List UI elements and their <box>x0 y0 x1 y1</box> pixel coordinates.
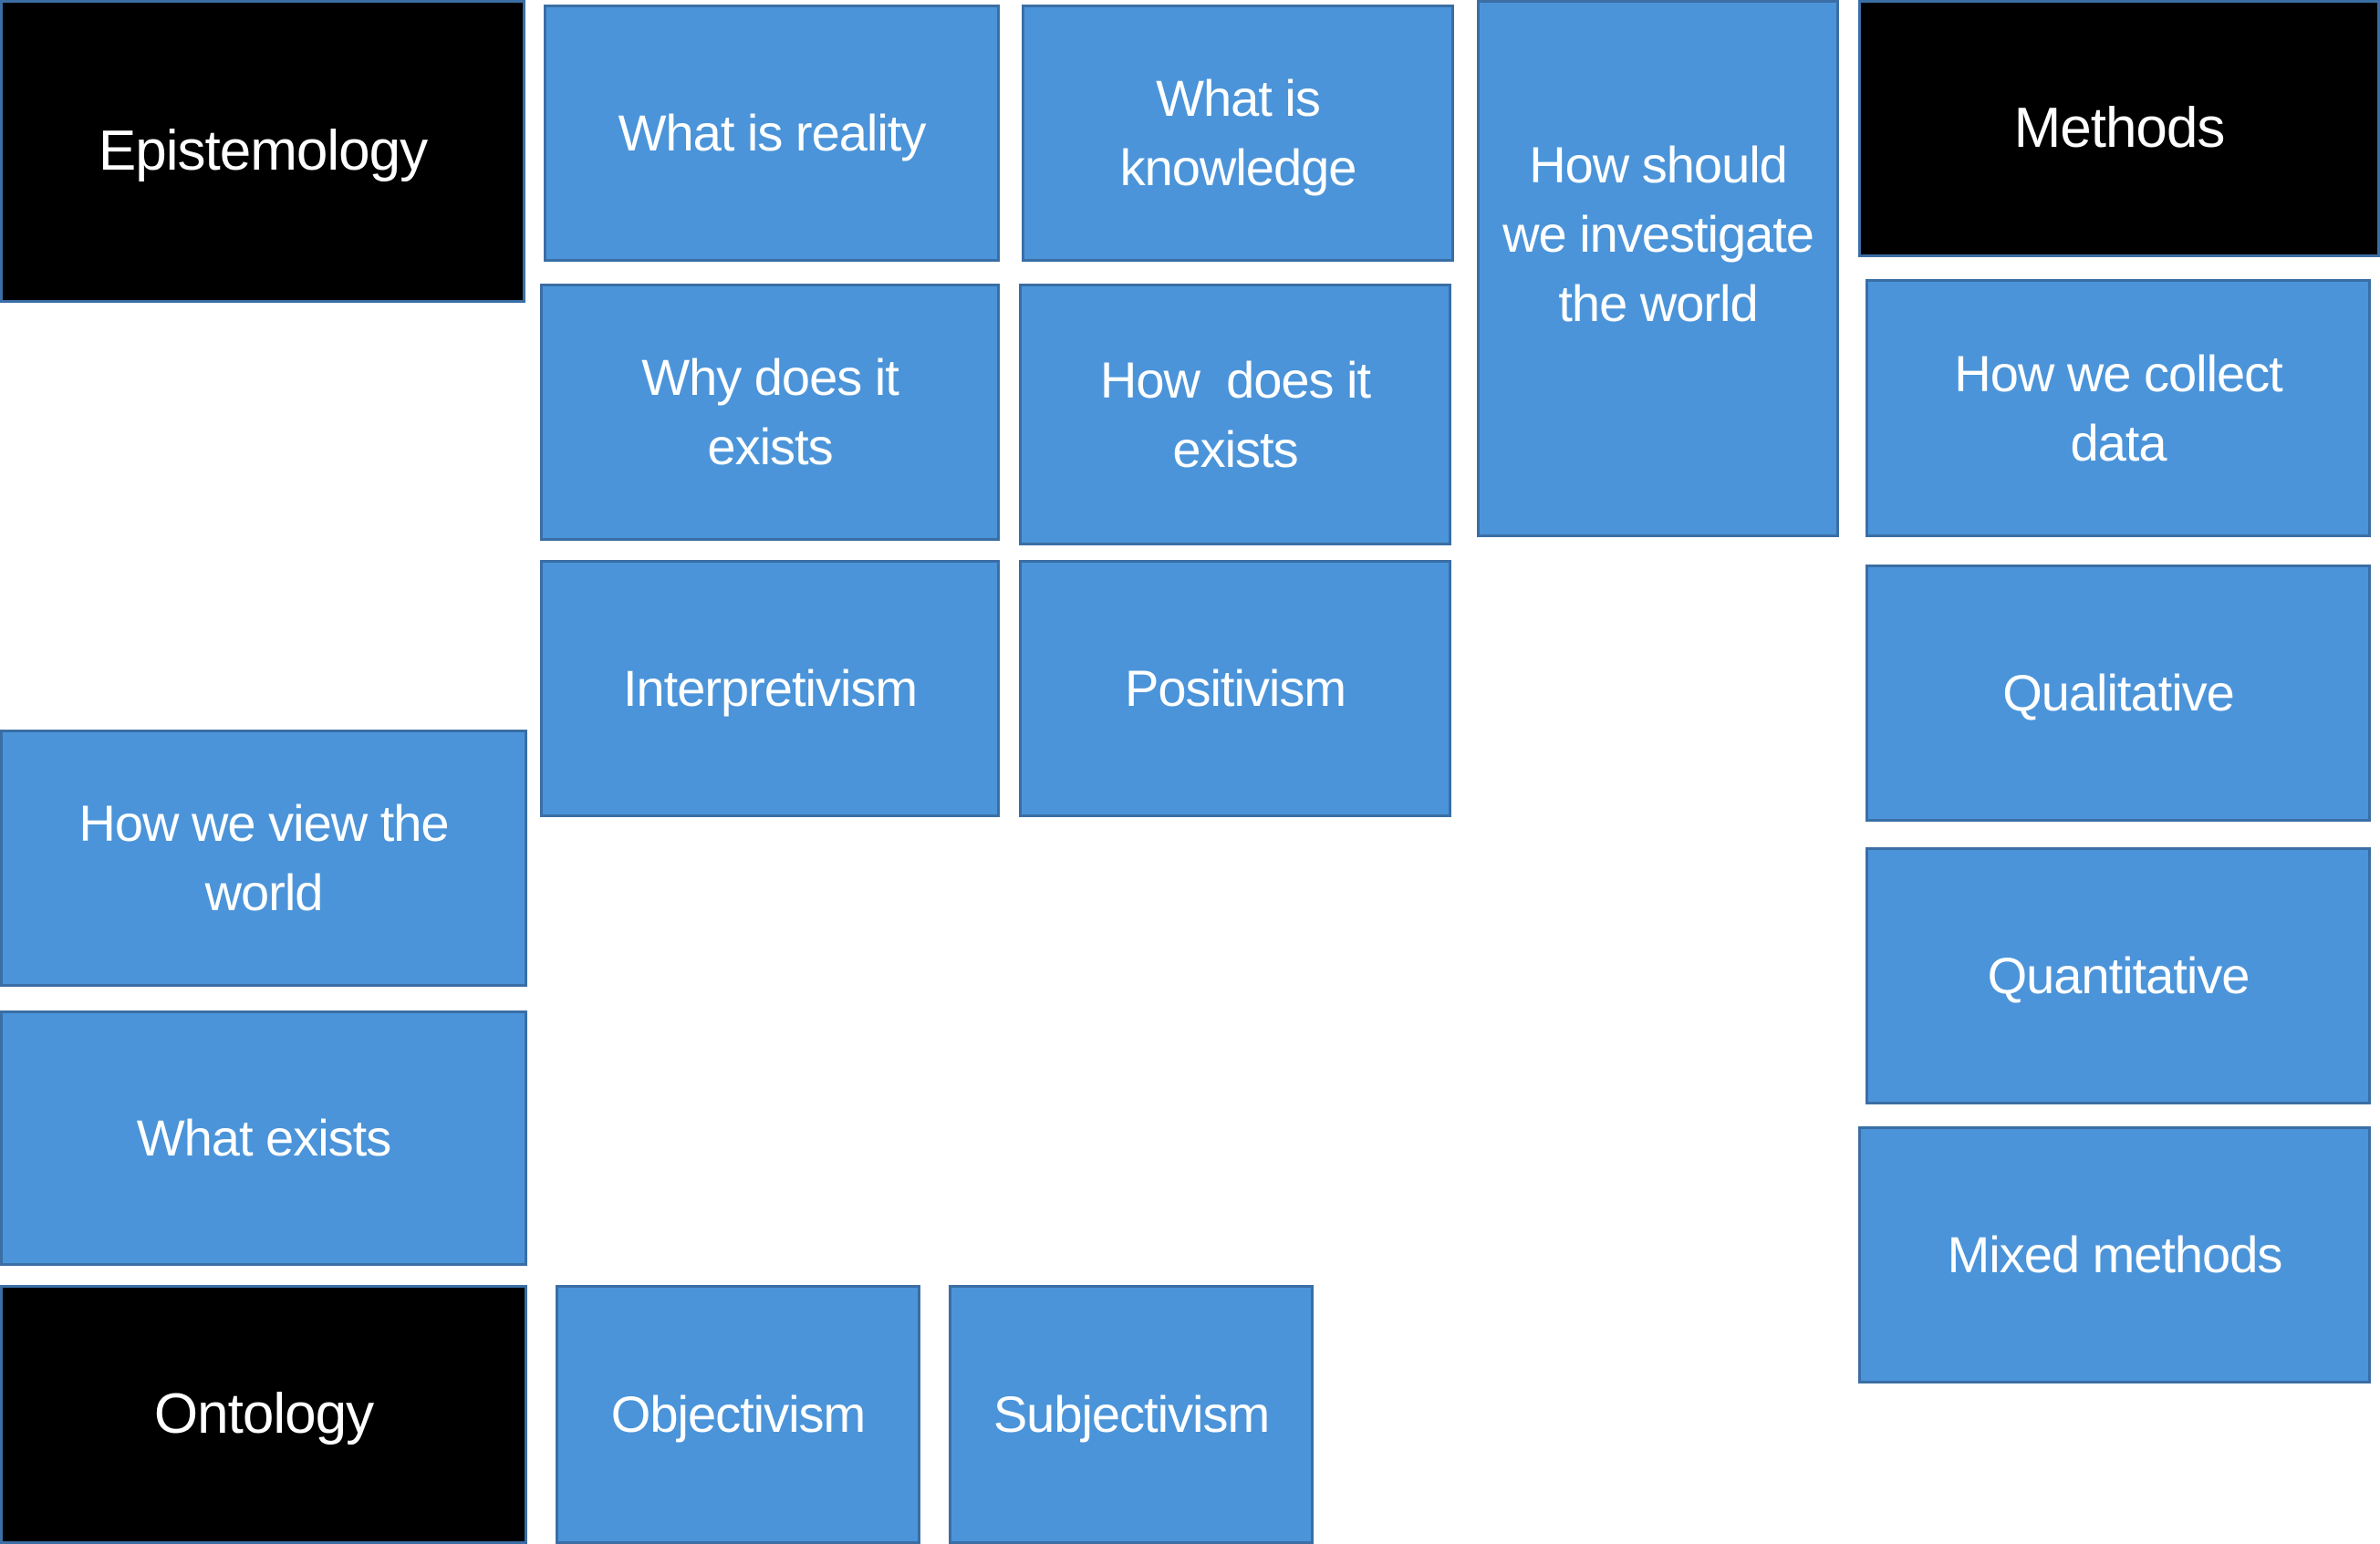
why-does-it-exists-box: Why does it exists <box>540 284 1000 541</box>
interpretivism-label: Interpretivism <box>622 659 918 717</box>
ontology-heading: Ontology <box>0 1285 527 1544</box>
how-should-we-investigate-box: How should we investigate the world <box>1477 0 1839 537</box>
how-does-it-exists-label: How does it exists <box>1099 350 1384 478</box>
how-we-collect-data-label: How we collect data <box>1954 344 2282 471</box>
how-does-it-exists-box: How does it exists <box>1019 284 1451 545</box>
how-should-we-investigate-label: How should we investigate the world <box>1502 136 1814 332</box>
methods-label: Methods <box>2013 97 2226 160</box>
subjectivism-label: Subjectivism <box>993 1385 1270 1443</box>
what-is-knowledge-label: What is knowledge <box>1119 69 1357 196</box>
what-exists-box: What exists <box>0 1010 527 1266</box>
methods-heading: Methods <box>1858 0 2380 257</box>
subjectivism-box: Subjectivism <box>949 1285 1314 1544</box>
what-is-reality-box: What is reality <box>544 5 1000 262</box>
how-we-view-the-world-label: How we view the world <box>78 794 449 921</box>
quantitative-label: Quantitative <box>1987 947 2250 1004</box>
what-exists-label: What exists <box>136 1109 391 1166</box>
how-we-collect-data-box: How we collect data <box>1866 279 2371 537</box>
quantitative-box: Quantitative <box>1866 847 2371 1104</box>
positivism-box: Positivism <box>1019 560 1451 817</box>
objectivism-label: Objectivism <box>610 1385 866 1443</box>
why-does-it-exists-label: Why does it exists <box>641 348 899 475</box>
qualitative-box: Qualitative <box>1866 565 2371 822</box>
epistemology-label: Epistemology <box>98 119 428 182</box>
mixed-methods-label: Mixed methods <box>1947 1226 2283 1283</box>
epistemology-heading: Epistemology <box>0 0 525 303</box>
objectivism-box: Objectivism <box>556 1285 920 1544</box>
qualitative-label: Qualitative <box>2002 664 2235 721</box>
ontology-label: Ontology <box>153 1383 374 1446</box>
what-is-reality-label: What is reality <box>618 104 927 161</box>
positivism-label: Positivism <box>1124 659 1346 717</box>
interpretivism-box: Interpretivism <box>540 560 1000 817</box>
how-we-view-the-world-box: How we view the world <box>0 730 527 987</box>
what-is-knowledge-box: What is knowledge <box>1022 5 1454 262</box>
mixed-methods-box: Mixed methods <box>1858 1126 2371 1383</box>
